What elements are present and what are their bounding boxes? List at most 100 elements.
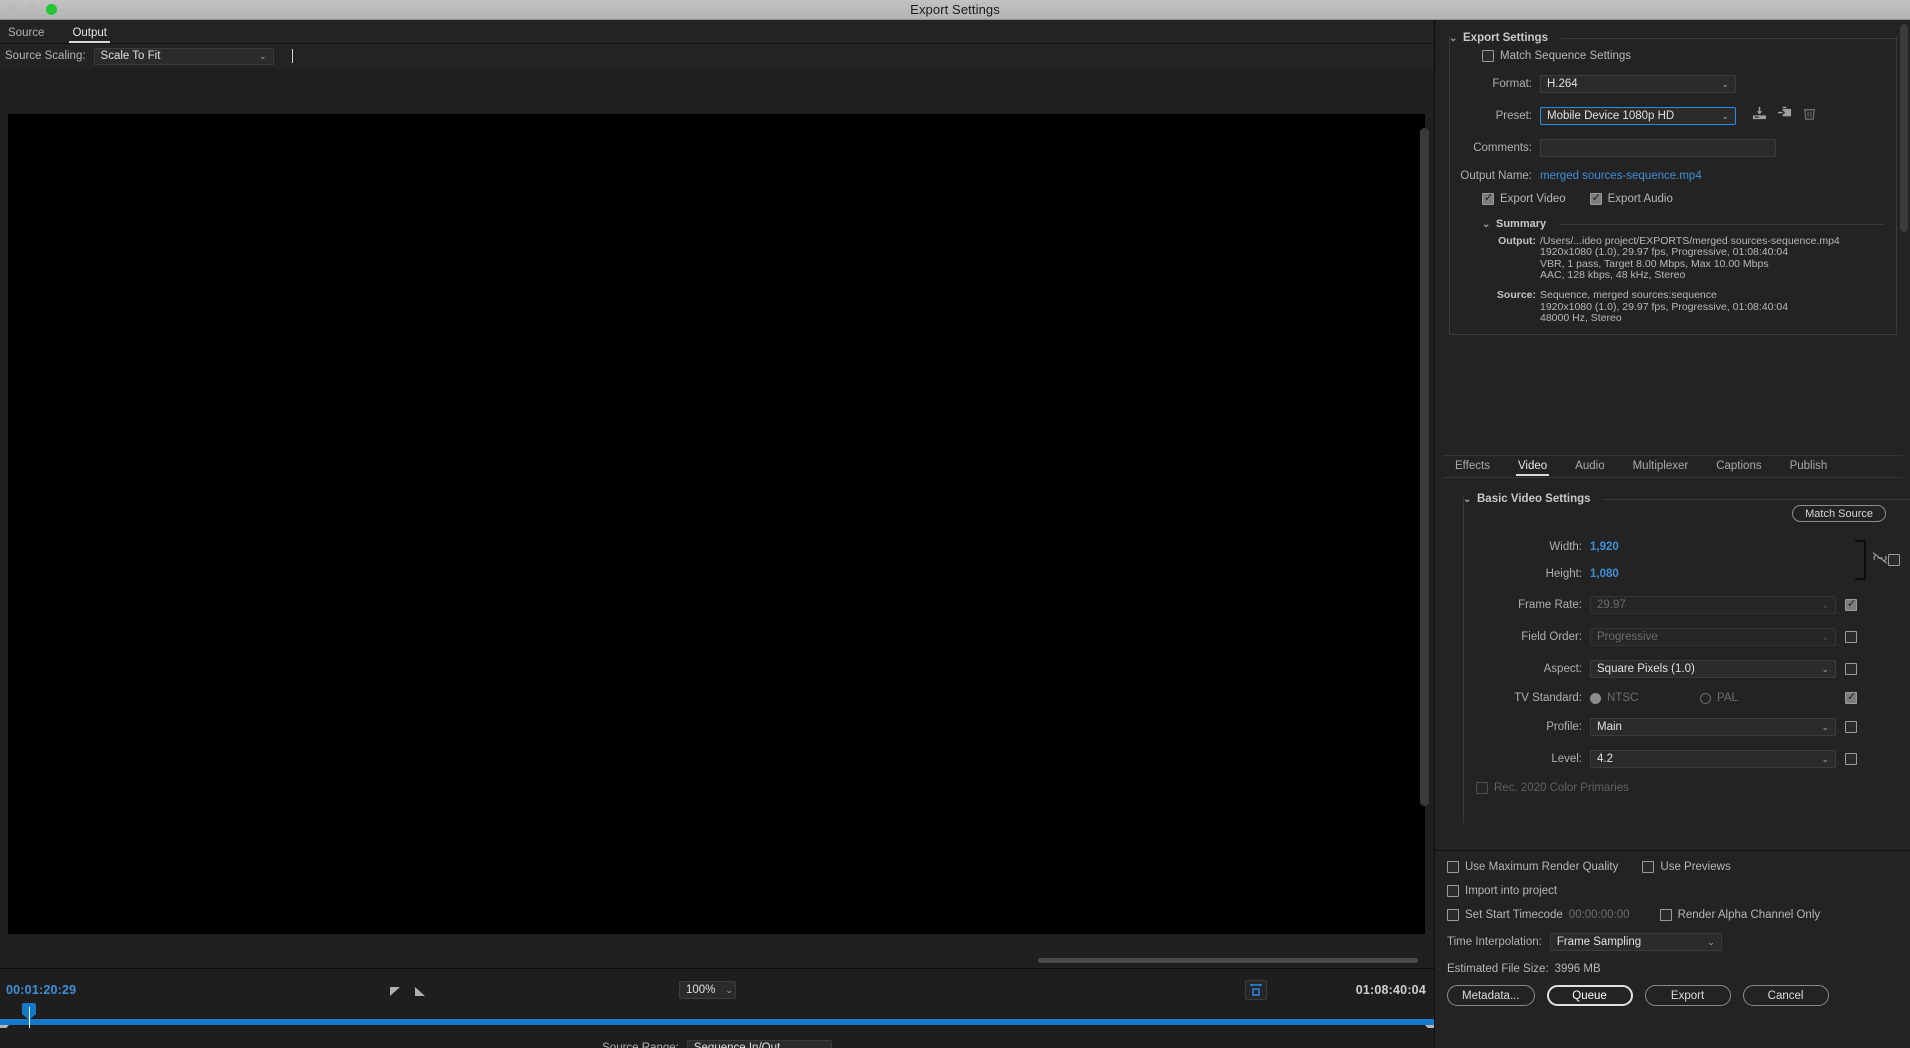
import-into-project-row[interactable]: Import into project	[1447, 885, 1557, 897]
set-in-point-icon[interactable]	[390, 987, 400, 996]
twirl-down-icon[interactable]: ⌄	[1463, 494, 1471, 505]
match-source-button[interactable]: Match Source	[1792, 505, 1886, 522]
export-video-row[interactable]: Export Video	[1482, 192, 1566, 205]
set-start-timecode-row[interactable]: Set Start Timecode	[1447, 909, 1563, 921]
field-order-dropdown[interactable]: Progressive ⌄	[1590, 628, 1836, 646]
use-previews-row[interactable]: Use Previews	[1642, 861, 1731, 873]
tv-standard-override-checkbox[interactable]	[1845, 691, 1857, 704]
aspect-value: Square Pixels (1.0)	[1597, 663, 1695, 675]
summary-header[interactable]: ⌄ Summary	[1482, 218, 1884, 230]
export-button[interactable]: Export	[1644, 985, 1731, 1006]
tab-captions[interactable]: Captions	[1714, 457, 1763, 476]
preview-horizontal-scroll-thumb[interactable]	[1038, 958, 1418, 963]
source-range-bar: Source Range: Sequence In/Out ⌄	[0, 1028, 1434, 1048]
rec2020-label: Rec. 2020 Color Primaries	[1494, 782, 1629, 794]
timeline-scrubber[interactable]	[0, 1019, 1434, 1025]
tab-output[interactable]: Output	[69, 27, 110, 43]
import-preset-icon[interactable]	[1777, 106, 1792, 126]
current-timecode[interactable]: 00:01:20:29	[6, 983, 76, 997]
preview-vertical-scroll-thumb[interactable]	[1420, 128, 1429, 806]
use-maximum-render-quality-checkbox[interactable]	[1447, 861, 1459, 873]
comments-input[interactable]	[1540, 139, 1776, 157]
twirl-down-icon[interactable]: ⌄	[1449, 33, 1457, 44]
metadata-button[interactable]: Metadata...	[1447, 985, 1535, 1006]
rec2020-checkbox[interactable]	[1476, 782, 1488, 794]
preview-vertical-scrollbar[interactable]	[1420, 120, 1429, 928]
queue-button[interactable]: Queue	[1546, 985, 1633, 1006]
aspect-override-checkbox[interactable]	[1845, 663, 1857, 675]
export-audio-row[interactable]: Export Audio	[1589, 192, 1673, 205]
profile-dropdown[interactable]: Main ⌄	[1590, 718, 1836, 736]
settings-vertical-scrollbar[interactable]	[1900, 24, 1908, 846]
tab-effects[interactable]: Effects	[1453, 457, 1492, 476]
start-timecode-value[interactable]: 00:00:00:00	[1569, 909, 1630, 921]
export-audio-checkbox[interactable]	[1589, 192, 1602, 205]
tab-source[interactable]: Source	[5, 27, 47, 43]
render-alpha-channel-only-row[interactable]: Render Alpha Channel Only	[1659, 909, 1821, 921]
preset-dropdown[interactable]: Mobile Device 1080p HD ⌄	[1540, 107, 1736, 125]
chevron-down-icon: ⌄	[1721, 110, 1729, 121]
dialog-button-row: Metadata... Queue Export Cancel	[1447, 985, 1899, 1006]
save-preset-icon[interactable]	[1752, 106, 1767, 126]
import-into-project-checkbox[interactable]	[1447, 885, 1459, 897]
width-value[interactable]: 1,920	[1590, 541, 1619, 553]
match-sequence-settings-row[interactable]: Match Sequence Settings	[1482, 50, 1631, 62]
settings-scroll-area: ⌄ Export Settings Match Sequence Setting…	[1435, 20, 1910, 850]
basic-video-settings-header[interactable]: ⌄ Basic Video Settings	[1463, 493, 1910, 505]
use-previews-checkbox[interactable]	[1642, 861, 1655, 873]
set-start-timecode-checkbox[interactable]	[1447, 909, 1459, 921]
match-sequence-settings-checkbox[interactable]	[1482, 50, 1494, 62]
summary-source-line-3: 48000 Hz, Stereo	[1540, 311, 1622, 324]
settings-vertical-scroll-thumb[interactable]	[1900, 24, 1908, 232]
tab-multiplexer[interactable]: Multiplexer	[1631, 457, 1691, 476]
frame-rate-override-checkbox[interactable]	[1845, 598, 1857, 611]
fit-to-frame-icon[interactable]	[1245, 980, 1267, 1000]
radio-pal-icon[interactable]	[1700, 692, 1711, 704]
aspect-dropdown[interactable]: Square Pixels (1.0) ⌄	[1590, 660, 1836, 678]
twirl-down-icon[interactable]: ⌄	[1482, 219, 1490, 230]
render-alpha-channel-only-checkbox[interactable]	[1659, 909, 1672, 921]
level-override-checkbox[interactable]	[1845, 753, 1857, 765]
source-scaling-dropdown[interactable]: Scale To Fit ⌄	[93, 47, 274, 65]
set-start-timecode-label: Set Start Timecode	[1465, 909, 1563, 921]
source-range-dropdown[interactable]: Sequence In/Out ⌄	[686, 1039, 832, 1048]
profile-override-checkbox[interactable]	[1845, 721, 1857, 733]
render-alpha-channel-only-label: Render Alpha Channel Only	[1677, 909, 1821, 921]
delete-preset-icon[interactable]	[1802, 106, 1817, 126]
height-label: Height:	[1545, 567, 1582, 580]
preset-label: Preset:	[1495, 110, 1532, 122]
tv-standard-ntsc-option[interactable]: NTSC	[1590, 692, 1700, 704]
estimated-file-size-value: 3996 MB	[1554, 963, 1601, 975]
radio-ntsc-icon[interactable]	[1590, 692, 1601, 704]
playhead-handle[interactable]	[22, 1003, 36, 1033]
set-out-point-icon[interactable]	[415, 987, 425, 996]
height-value[interactable]: 1,080	[1590, 568, 1619, 580]
export-settings-header[interactable]: ⌄ Export Settings	[1449, 32, 1897, 44]
dimensions-override-checkbox[interactable]	[1888, 554, 1900, 566]
window-title: Export Settings	[910, 2, 1000, 17]
duration-timecode[interactable]: 01:08:40:04	[1356, 983, 1426, 997]
basic-video-settings-body: Match Source Width: 1,920 Height: 1,080	[1463, 497, 1910, 823]
export-video-checkbox[interactable]	[1482, 192, 1494, 205]
cancel-button[interactable]: Cancel	[1742, 985, 1829, 1006]
rec2020-row[interactable]: Rec. 2020 Color Primaries	[1476, 782, 1629, 794]
chevron-down-icon: ⌄	[817, 1042, 825, 1048]
tv-standard-pal-label: PAL	[1717, 692, 1738, 704]
format-dropdown[interactable]: H.264 ⌄	[1540, 75, 1736, 93]
use-maximum-render-quality-row[interactable]: Use Maximum Render Quality	[1447, 861, 1618, 873]
output-name-link[interactable]: merged sources-sequence.mp4	[1540, 170, 1702, 182]
tab-audio[interactable]: Audio	[1573, 457, 1606, 476]
use-maximum-render-quality-label: Use Maximum Render Quality	[1465, 861, 1619, 873]
zoom-level-dropdown[interactable]: 100% ⌄	[679, 981, 736, 999]
source-scaling-bar: Source Scaling: Scale To Fit ⌄	[0, 44, 1434, 68]
tab-video[interactable]: Video	[1515, 457, 1550, 476]
level-dropdown[interactable]: 4.2 ⌄	[1590, 750, 1836, 768]
frame-rate-dropdown[interactable]: 29.97 ⌄	[1590, 596, 1836, 614]
tv-standard-pal-option[interactable]: PAL	[1700, 692, 1738, 704]
tab-publish[interactable]: Publish	[1788, 457, 1830, 476]
field-order-override-checkbox[interactable]	[1845, 631, 1857, 643]
link-broken-icon[interactable]	[1872, 551, 1888, 570]
preview-horizontal-scrollbar[interactable]	[8, 958, 1425, 964]
summary-output-key: Output:	[1498, 235, 1536, 247]
time-interpolation-dropdown[interactable]: Frame Sampling ⌄	[1549, 933, 1722, 951]
